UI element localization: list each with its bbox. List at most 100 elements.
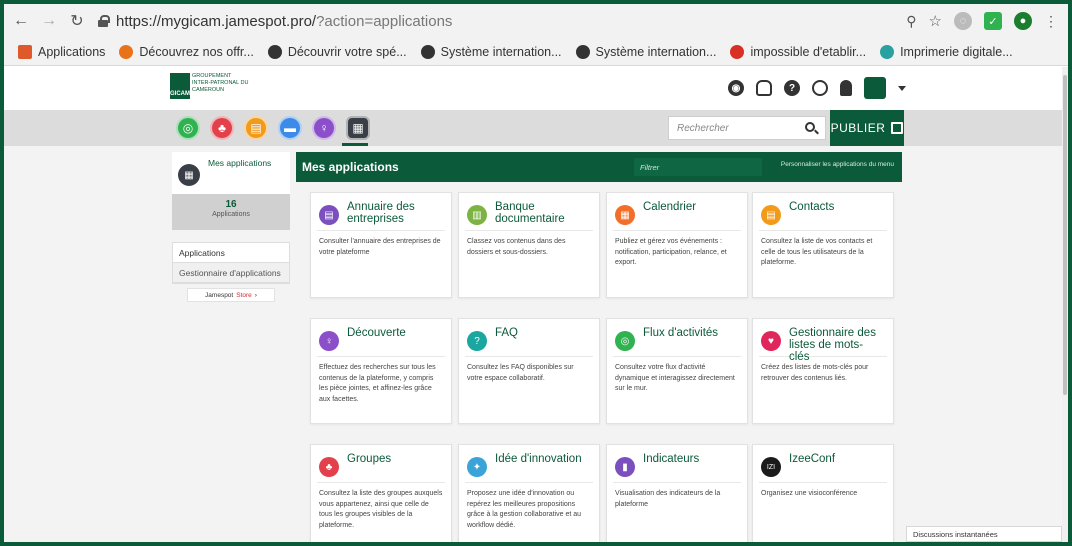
avatar[interactable] <box>864 77 886 99</box>
forward-icon[interactable]: → <box>38 10 60 32</box>
app-card-header: ✦ Idée d'innovation <box>465 445 593 483</box>
app-card-title[interactable]: Groupes <box>347 453 391 465</box>
bookmark-label: Imprimerie digitale... <box>900 44 1013 59</box>
my-apps-header: ▦ Mes applications <box>172 152 290 194</box>
help-icon[interactable]: ? <box>784 80 800 96</box>
app-card[interactable]: ♣ Groupes Consultez la liste des groupes a… <box>310 444 452 546</box>
store-button[interactable]: Jamespot Store › <box>187 288 275 302</box>
app-card-description: Classez vos contenus dans des dossiers e… <box>467 238 566 256</box>
app-card-title[interactable]: Idée d'innovation <box>495 453 582 465</box>
url-path: ?action=applications <box>316 12 453 30</box>
app-card-header: ♀ Découverte <box>317 319 445 357</box>
search-icon[interactable] <box>805 122 815 132</box>
bookmark-item[interactable]: Système internation... <box>420 44 562 59</box>
filter-input[interactable]: Filtrer <box>634 158 762 176</box>
discover-app-icon[interactable]: ♀ <box>312 116 336 140</box>
extension-green-icon[interactable]: ● <box>1014 12 1032 30</box>
page-scrollbar[interactable] <box>1062 67 1068 542</box>
url-host: https://mygicam.jamespot.pro/ <box>116 12 317 30</box>
zoom-icon[interactable]: ⚲ <box>906 13 916 30</box>
instant-chat-bar[interactable]: Discussions instantanées <box>906 526 1062 542</box>
bookmark-label: Découvrez nos offr... <box>139 44 254 59</box>
app-card-title[interactable]: IzeeConf <box>789 453 835 465</box>
app-card-title[interactable]: Contacts <box>789 201 834 213</box>
bookmark-item[interactable]: Imprimerie digitale... <box>880 44 1013 59</box>
app-card[interactable]: ▤ Contacts Consultez la liste de vos conta… <box>752 192 894 298</box>
extension-icon[interactable]: ◌ <box>954 12 972 30</box>
groups-app-icon[interactable]: ♣ <box>210 116 234 140</box>
publish-label: PUBLIER <box>830 121 886 135</box>
app-card[interactable]: ▤ Annuaire des entreprises Consulter l'ann… <box>310 192 452 298</box>
gicam-logo[interactable]: GICAM GROUPEMENT INTER-PATRONAL DU CAMER… <box>170 73 250 105</box>
app-card[interactable]: ▮ Indicateurs Visualisation des indicateur… <box>606 444 748 546</box>
bookmark-item[interactable]: Découvrez nos offr... <box>119 44 254 59</box>
app-card-description: Publiez et gérez vos événements : notifi… <box>615 238 727 266</box>
app-card-header: ▤ Annuaire des entreprises <box>317 193 445 231</box>
app-card-title[interactable]: Gestionnaire des listes de mots-clés <box>789 327 881 363</box>
app-card-title[interactable]: FAQ <box>495 327 518 339</box>
content-title: Mes applications <box>302 160 399 174</box>
app-card[interactable]: ▦ Calendrier Publiez et gérez vos événemen… <box>606 192 748 298</box>
indicators-icon: ▮ <box>615 457 635 477</box>
user-icon[interactable] <box>840 80 852 96</box>
app-card[interactable]: ◎ Flux d'activités Consultez votre flux d'… <box>606 318 748 424</box>
app-card[interactable]: ✦ Idée d'innovation Proposez une idée d'in… <box>458 444 600 546</box>
app-card-description: Consultez les FAQ disponibles sur votre … <box>467 364 574 382</box>
app-card-title[interactable]: Annuaire des entreprises <box>347 201 439 225</box>
groups-icon: ♣ <box>319 457 339 477</box>
app-card-title[interactable]: Calendrier <box>643 201 696 213</box>
bookmark-item[interactable]: impossible d'etablir... <box>730 44 867 59</box>
faq-icon: ? <box>467 331 487 351</box>
app-card[interactable]: IZI IzeeConf Organisez une visioconférence <box>752 444 894 546</box>
activity-app-icon[interactable]: ◎ <box>176 116 200 140</box>
app-shortcuts: ◎ ♣ ▤ ▬ ♀ ▦ <box>176 116 370 140</box>
apps-count-label: Applications <box>212 211 250 218</box>
app-card-title[interactable]: Découverte <box>347 327 406 339</box>
customize-menu-link[interactable]: Personnaliser les applications du menu <box>781 161 894 168</box>
reload-icon[interactable]: ↻ <box>66 10 88 32</box>
search-input[interactable]: Rechercher <box>668 116 826 140</box>
app-card-title[interactable]: Banque documentaire <box>495 201 587 225</box>
bookmark-label: Système internation... <box>440 44 562 59</box>
header-icons: ◉ ? <box>728 77 906 99</box>
bookmark-item[interactable]: Système internation... <box>575 44 717 59</box>
app-card-title[interactable]: Flux d'activités <box>643 327 718 339</box>
bookmark-item[interactable]: Applications <box>18 44 105 59</box>
bell-icon[interactable] <box>756 80 772 96</box>
apps-grid-icon[interactable]: ▦ <box>346 116 370 140</box>
bookmark-label: Système internation... <box>595 44 717 59</box>
bookmark-item[interactable]: Découvrir votre spé... <box>267 44 407 59</box>
browser-menu-icon[interactable]: ⋮ <box>1044 13 1058 30</box>
publish-button[interactable]: PUBLIER <box>830 110 904 146</box>
app-card-header: ▮ Indicateurs <box>613 445 741 483</box>
app-card-header: ◎ Flux d'activités <box>613 319 741 357</box>
app-card-title[interactable]: Indicateurs <box>643 453 699 465</box>
bookmark-label: Découvrir votre spé... <box>287 44 407 59</box>
apps-grid: ▤ Annuaire des entreprises Consulter l'ann… <box>296 182 902 546</box>
search-placeholder: Rechercher <box>677 122 729 134</box>
app-card[interactable]: ? FAQ Consultez les FAQ disponibles sur vo… <box>458 318 600 424</box>
chat-app-icon[interactable]: ▬ <box>278 116 302 140</box>
apps-count: 16 Applications <box>172 194 290 230</box>
clock-icon[interactable] <box>812 80 828 96</box>
app-card[interactable]: ♀ Découverte Effectuez des recherches sur … <box>310 318 452 424</box>
chevron-down-icon[interactable] <box>898 85 906 91</box>
app-card[interactable]: ♥ Gestionnaire des listes de mots-clés Cré… <box>752 318 894 424</box>
app-card-header: ▥ Banque documentaire <box>465 193 593 231</box>
app-card-description: Consultez la liste des groupes auxquels … <box>319 490 443 529</box>
app-card-description: Proposez une idée d'innovation ou repére… <box>467 490 582 529</box>
menu-item-applications[interactable]: Applications <box>173 243 289 263</box>
extension-check-icon[interactable]: ✓ <box>984 12 1002 30</box>
bookmark-label: impossible d'etablir... <box>750 44 867 59</box>
menu-item-app-manager[interactable]: Gestionnaire d'applications <box>173 263 289 283</box>
edit-icon <box>891 122 904 134</box>
address-bar[interactable]: https://mygicam.jamespot.pro/?action=app… <box>98 13 452 30</box>
back-icon[interactable]: ← <box>10 10 32 32</box>
scrollbar-thumb[interactable] <box>1063 75 1067 395</box>
directory-app-icon[interactable]: ▤ <box>244 116 268 140</box>
calendar-icon: ▦ <box>615 205 635 225</box>
app-card[interactable]: ▥ Banque documentaire Classez vos contenus… <box>458 192 600 298</box>
favicon-icon <box>575 44 590 59</box>
globe-icon[interactable]: ◉ <box>728 80 744 96</box>
bookmark-star-icon[interactable]: ☆ <box>929 12 942 30</box>
